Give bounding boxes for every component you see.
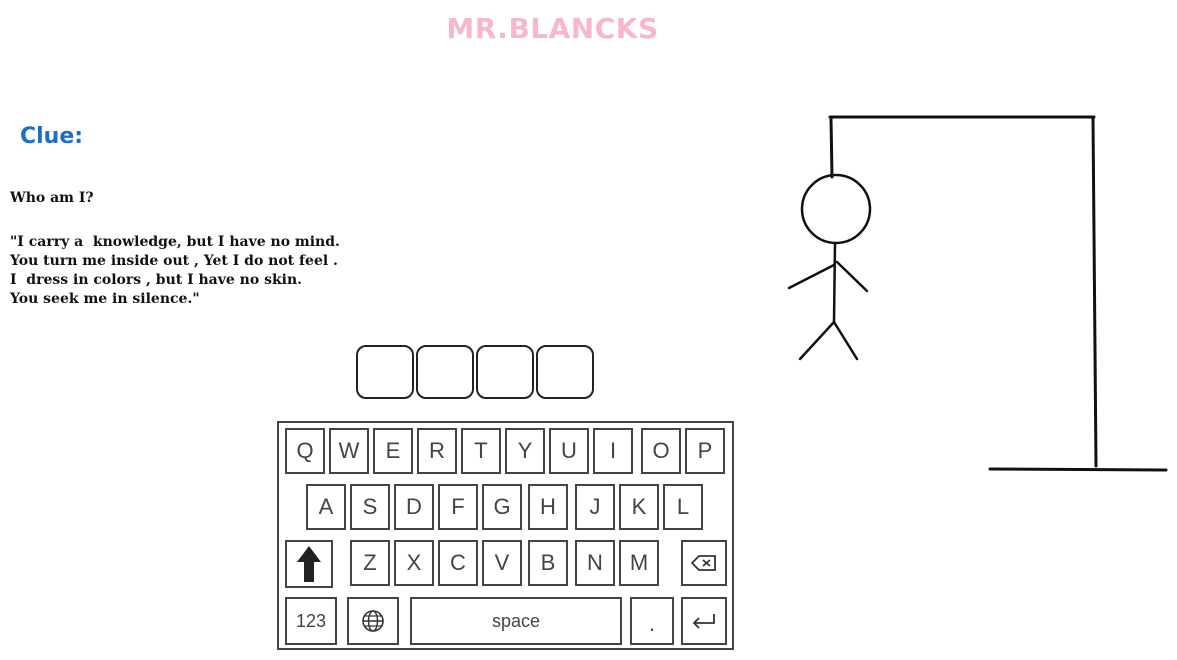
stick-figure <box>787 173 872 361</box>
hangman-left-arm <box>787 263 836 290</box>
enter-icon <box>692 614 715 629</box>
space-key[interactable]: space <box>410 597 622 645</box>
globe-icon <box>362 610 384 632</box>
answer-slots <box>356 345 594 399</box>
key-x[interactable]: X <box>394 540 434 586</box>
key-h[interactable]: H <box>528 484 568 530</box>
period-key[interactable]: . <box>630 597 674 645</box>
key-d[interactable]: D <box>394 484 434 530</box>
key-j[interactable]: J <box>575 484 615 530</box>
key-c[interactable]: C <box>438 540 478 586</box>
hangman-left-leg <box>798 320 836 361</box>
key-g[interactable]: G <box>482 484 522 530</box>
riddle-line: I dress in colors , but I have no skin. <box>10 272 303 288</box>
numbers-key[interactable]: 123 <box>285 597 337 645</box>
letter-slot <box>416 345 474 399</box>
letter-slot <box>476 345 534 399</box>
backspace-icon <box>691 555 716 571</box>
key-l[interactable]: L <box>663 484 703 530</box>
hangman-right-arm <box>835 260 869 293</box>
key-t[interactable]: T <box>461 428 501 474</box>
shift-arrow-icon <box>297 546 321 582</box>
hangman-body <box>832 241 837 324</box>
hangman-head <box>800 173 872 245</box>
key-k[interactable]: K <box>619 484 659 530</box>
key-n[interactable]: N <box>575 540 615 586</box>
key-z[interactable]: Z <box>350 540 390 586</box>
key-b[interactable]: B <box>528 540 568 586</box>
enter-key[interactable] <box>681 597 727 645</box>
key-a[interactable]: A <box>306 484 346 530</box>
key-m[interactable]: M <box>619 540 659 586</box>
backspace-key[interactable] <box>681 540 727 586</box>
gallows <box>828 115 1168 472</box>
key-w[interactable]: W <box>329 428 369 474</box>
hangman-drawing <box>787 115 1168 472</box>
on-screen-keyboard: Q W E R T Y U I O P A S D F G H J K L Z … <box>277 421 734 650</box>
key-e[interactable]: E <box>373 428 413 474</box>
clue-question: Who am I? <box>10 190 94 206</box>
key-o[interactable]: O <box>641 428 681 474</box>
key-q[interactable]: Q <box>285 428 325 474</box>
key-p[interactable]: P <box>685 428 725 474</box>
letter-slot <box>356 345 414 399</box>
shift-key[interactable] <box>285 540 333 588</box>
key-v[interactable]: V <box>482 540 522 586</box>
riddle-line: You turn me inside out , Yet I do not fe… <box>10 253 338 269</box>
key-y[interactable]: Y <box>505 428 545 474</box>
key-i[interactable]: I <box>593 428 633 474</box>
hangman-right-leg <box>832 320 859 361</box>
riddle-line: You seek me in silence." <box>10 291 200 307</box>
letter-slot <box>536 345 594 399</box>
riddle-text: "I carry a knowledge, but I have no mind… <box>10 233 340 309</box>
riddle-line: "I carry a knowledge, but I have no mind… <box>10 234 340 250</box>
key-s[interactable]: S <box>350 484 390 530</box>
key-u[interactable]: U <box>549 428 589 474</box>
clue-heading: Clue: <box>20 124 84 149</box>
globe-key[interactable] <box>347 597 399 645</box>
key-f[interactable]: F <box>438 484 478 530</box>
game-title: MR.BLANCKS <box>446 12 659 45</box>
key-r[interactable]: R <box>417 428 457 474</box>
